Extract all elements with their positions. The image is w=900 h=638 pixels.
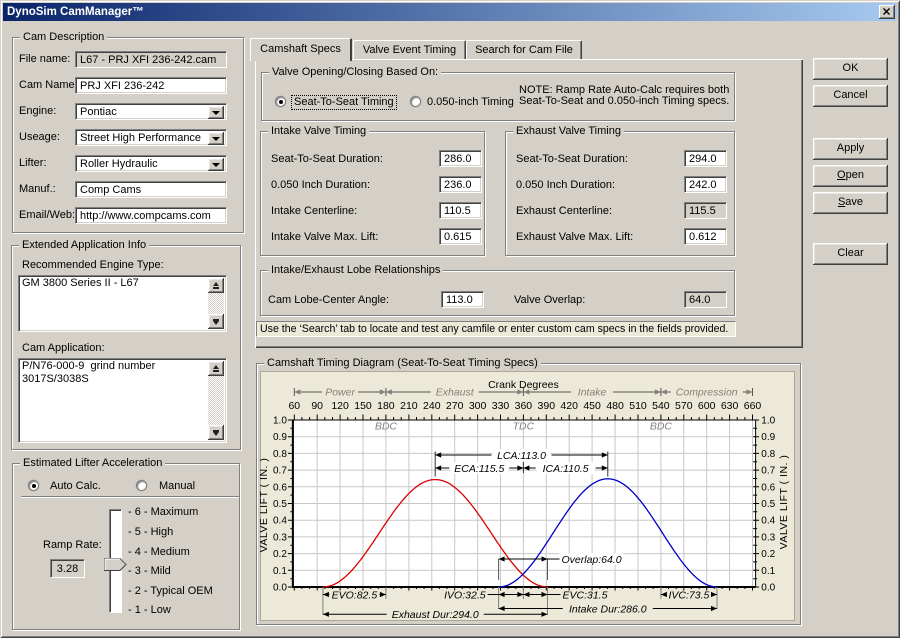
svg-text:0.8: 0.8 xyxy=(273,449,287,460)
svg-text:90: 90 xyxy=(311,400,323,412)
svg-text:450: 450 xyxy=(583,400,601,412)
svg-text:150: 150 xyxy=(354,400,372,412)
svg-text:0.3: 0.3 xyxy=(761,532,775,543)
svg-text:330: 330 xyxy=(492,400,510,412)
svg-text:Exhaust: Exhaust xyxy=(436,387,475,399)
svg-text:1.0: 1.0 xyxy=(273,416,287,427)
svg-text:ICA:110.5: ICA:110.5 xyxy=(543,463,589,475)
svg-text:0.5: 0.5 xyxy=(273,499,287,510)
svg-text:210: 210 xyxy=(400,400,418,412)
svg-text:IVC:73.5: IVC:73.5 xyxy=(668,589,709,601)
svg-text:0.4: 0.4 xyxy=(761,516,775,527)
svg-text:240: 240 xyxy=(423,400,441,412)
svg-text:EVO:82.5: EVO:82.5 xyxy=(332,589,378,601)
svg-text:ECA:115.5: ECA:115.5 xyxy=(454,463,504,475)
svg-text:360: 360 xyxy=(515,400,533,412)
svg-text:630: 630 xyxy=(721,400,739,412)
svg-text:EVC:31.5: EVC:31.5 xyxy=(563,589,608,601)
svg-text:0.0: 0.0 xyxy=(761,583,775,594)
svg-text:BDC: BDC xyxy=(650,421,673,433)
svg-text:0.9: 0.9 xyxy=(273,432,287,443)
svg-text:0.8: 0.8 xyxy=(761,449,775,460)
svg-text:Power: Power xyxy=(325,387,355,399)
svg-text:0.9: 0.9 xyxy=(761,432,775,443)
svg-text:270: 270 xyxy=(446,400,464,412)
svg-text:180: 180 xyxy=(377,400,395,412)
svg-text:Exhaust Dur:294.0: Exhaust Dur:294.0 xyxy=(392,609,479,621)
svg-text:0.5: 0.5 xyxy=(761,499,775,510)
svg-text:0.6: 0.6 xyxy=(273,482,287,493)
svg-text:0.1: 0.1 xyxy=(273,566,287,577)
svg-text:0.2: 0.2 xyxy=(761,549,775,560)
svg-text:0.7: 0.7 xyxy=(273,466,287,477)
svg-text:1.0: 1.0 xyxy=(761,416,775,427)
svg-text:0.1: 0.1 xyxy=(761,566,775,577)
svg-text:BDC: BDC xyxy=(375,421,398,433)
svg-text:Intake: Intake xyxy=(578,387,607,399)
svg-text:510: 510 xyxy=(629,400,647,412)
svg-text:660: 660 xyxy=(744,400,762,412)
svg-text:570: 570 xyxy=(675,400,693,412)
svg-text:VALVE LIFT ( IN. ): VALVE LIFT ( IN. ) xyxy=(260,458,270,553)
svg-text:300: 300 xyxy=(469,400,487,412)
svg-text:0.7: 0.7 xyxy=(761,466,775,477)
svg-text:IVO:32.5: IVO:32.5 xyxy=(444,589,486,601)
svg-text:390: 390 xyxy=(538,400,556,412)
svg-text:Overlap:64.0: Overlap:64.0 xyxy=(562,554,622,566)
svg-text:Intake Dur:286.0: Intake Dur:286.0 xyxy=(569,603,647,615)
svg-text:480: 480 xyxy=(606,400,624,412)
svg-text:0.2: 0.2 xyxy=(273,549,287,560)
svg-text:120: 120 xyxy=(331,400,349,412)
svg-text:VALVE LIFT ( IN. ): VALVE LIFT ( IN. ) xyxy=(778,455,790,550)
svg-text:TDC: TDC xyxy=(513,421,535,433)
svg-text:0.3: 0.3 xyxy=(273,532,287,543)
svg-text:0.6: 0.6 xyxy=(761,482,775,493)
svg-text:60: 60 xyxy=(288,400,300,412)
svg-text:Compression: Compression xyxy=(676,387,738,399)
svg-text:LCA:113.0: LCA:113.0 xyxy=(497,450,546,462)
svg-text:420: 420 xyxy=(560,400,578,412)
svg-text:0.0: 0.0 xyxy=(273,583,287,594)
svg-text:600: 600 xyxy=(698,400,716,412)
svg-text:540: 540 xyxy=(652,400,670,412)
svg-text:0.4: 0.4 xyxy=(273,516,287,527)
